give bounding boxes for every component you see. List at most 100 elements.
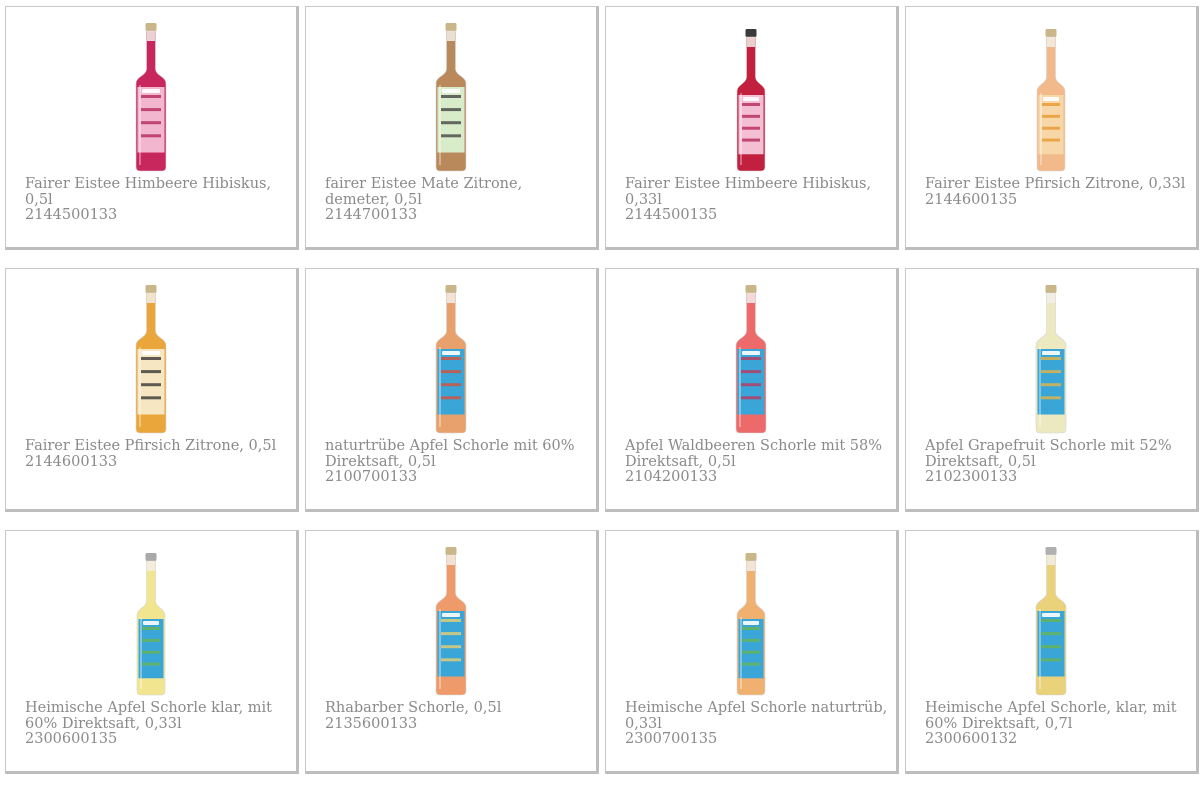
glass-highlight (439, 347, 441, 427)
label-stripe (441, 632, 461, 636)
product-image (606, 277, 896, 435)
product-caption: Heimische Apfel Schorle klar, mit 60% Di… (25, 700, 288, 748)
product-card[interactable]: Fairer Eistee Himbeere Hibiskus, 0,33l 2… (605, 6, 899, 250)
product-card[interactable]: Heimische Apfel Schorle naturtrüb, 0,33l… (605, 530, 899, 774)
product-image (906, 277, 1196, 435)
product-image (306, 539, 596, 697)
label-stripe (1041, 658, 1061, 662)
glass-highlight (740, 617, 742, 689)
product-code: 2300600135 (25, 731, 118, 747)
label-stripe (1042, 126, 1060, 130)
product-row: Fairer Eistee Himbeere Hibiskus, 0,5l 21… (5, 6, 1201, 250)
label-stripe (441, 658, 461, 662)
bottle-cap (1045, 285, 1057, 293)
label-stripe (742, 650, 760, 654)
product-code: 2104200133 (625, 469, 718, 485)
product-card[interactable]: Fairer Eistee Pfirsich Zitrone, 0,5l 214… (5, 268, 299, 512)
label-stripe (1042, 103, 1060, 106)
product-image (6, 277, 296, 435)
product-image (906, 15, 1196, 173)
product-card[interactable]: Apfel Grapefruit Schorle mit 52% Direkts… (905, 268, 1199, 512)
label-stripe (1042, 138, 1060, 142)
label-stripe (142, 650, 160, 654)
label-stripe (742, 138, 760, 142)
product-name: Rhabarber Schorle, 0,5l (325, 700, 502, 716)
product-card[interactable]: Fairer Eistee Pfirsich Zitrone, 0,33l 21… (905, 6, 1199, 250)
product-name: Apfel Grapefruit Schorle mit 52% Direkts… (925, 438, 1172, 470)
label-stripe (741, 357, 761, 360)
label-stripe (1041, 370, 1061, 374)
brand-logo-band (742, 351, 760, 355)
bottle-cap (145, 553, 157, 561)
glass-highlight (439, 85, 441, 165)
label-stripe (141, 121, 161, 125)
bottle-illustration (1036, 29, 1066, 172)
product-name: fairer Eistee Mate Zitrone, demeter, 0,5… (325, 176, 523, 208)
label-stripe (142, 627, 160, 630)
label-stripe (742, 627, 760, 630)
product-code: 2300700135 (625, 731, 718, 747)
product-caption: Fairer Eistee Himbeere Hibiskus, 0,33l 2… (625, 176, 888, 224)
bottle-cap (445, 23, 457, 31)
product-caption: Fairer Eistee Pfirsich Zitrone, 0,5l 214… (25, 438, 288, 470)
product-card[interactable]: Apfel Waldbeeren Schorle mit 58% Direkts… (605, 268, 899, 512)
product-image (606, 539, 896, 697)
product-row: Fairer Eistee Pfirsich Zitrone, 0,5l 214… (5, 268, 1201, 512)
bottle-neck-air (147, 561, 155, 571)
glass-highlight (139, 347, 141, 427)
product-name: Heimische Apfel Schorle klar, mit 60% Di… (25, 700, 273, 732)
bottle-illustration (1035, 547, 1067, 696)
bottle-neck-air (447, 293, 455, 303)
label-stripe (742, 114, 760, 118)
bottle-cap (1045, 29, 1057, 37)
glass-highlight (1039, 347, 1041, 427)
product-code: 2135600133 (325, 715, 418, 732)
product-name: Heimische Apfel Schorle, klar, mit 60% D… (925, 700, 1177, 732)
product-caption: Apfel Grapefruit Schorle mit 52% Direkts… (925, 438, 1188, 486)
bottle-neck-air (747, 293, 755, 303)
product-caption: Heimische Apfel Schorle naturtrüb, 0,33l… (625, 700, 888, 748)
label-stripe (1041, 645, 1061, 649)
product-card[interactable]: Rhabarber Schorle, 0,5l 2135600133 (305, 530, 599, 774)
label-stripe (741, 383, 761, 387)
brand-logo-band (442, 351, 460, 355)
glass-highlight (139, 85, 141, 165)
product-caption: Fairer Eistee Pfirsich Zitrone, 0,33l 21… (925, 176, 1188, 208)
label-stripe (142, 638, 160, 642)
bottle-illustration (435, 285, 467, 434)
label-stripe (141, 357, 161, 360)
product-code: 2144500133 (25, 207, 118, 223)
bottle-neck-air (147, 31, 155, 41)
bottle-cap (745, 285, 757, 293)
label-stripe (741, 396, 761, 400)
product-grid: Fairer Eistee Himbeere Hibiskus, 0,5l 21… (5, 6, 1201, 792)
glass-highlight (740, 93, 742, 165)
bottle-cap (745, 553, 757, 561)
label-stripe (441, 645, 461, 649)
product-card[interactable]: Heimische Apfel Schorle, klar, mit 60% D… (905, 530, 1199, 774)
label-stripe (141, 95, 161, 98)
product-caption: Apfel Waldbeeren Schorle mit 58% Direkts… (625, 438, 888, 486)
product-caption: naturtrübe Apfel Schorle mit 60% Direkts… (325, 438, 588, 486)
label-stripe (441, 134, 461, 138)
bottle-cap (145, 23, 157, 31)
label-stripe (142, 662, 160, 666)
label-stripe (742, 638, 760, 642)
product-card[interactable]: fairer Eistee Mate Zitrone, demeter, 0,5… (305, 6, 599, 250)
product-code: 2144500135 (625, 207, 718, 223)
bottle-illustration (435, 23, 467, 172)
product-card[interactable]: Fairer Eistee Himbeere Hibiskus, 0,5l 21… (5, 6, 299, 250)
label-stripe (742, 126, 760, 130)
product-caption: Fairer Eistee Himbeere Hibiskus, 0,5l 21… (25, 176, 288, 224)
label-stripe (441, 370, 461, 374)
label-stripe (1042, 114, 1060, 118)
bottle-neck-air (1047, 555, 1055, 565)
product-card[interactable]: naturtrübe Apfel Schorle mit 60% Direkts… (305, 268, 599, 512)
bottle-neck-air (447, 31, 455, 41)
bottle-neck-air (747, 37, 755, 47)
product-caption: fairer Eistee Mate Zitrone, demeter, 0,5… (325, 176, 588, 224)
product-card[interactable]: Heimische Apfel Schorle klar, mit 60% Di… (5, 530, 299, 774)
label-stripe (141, 134, 161, 138)
label-stripe (441, 396, 461, 400)
glass-highlight (739, 347, 741, 427)
